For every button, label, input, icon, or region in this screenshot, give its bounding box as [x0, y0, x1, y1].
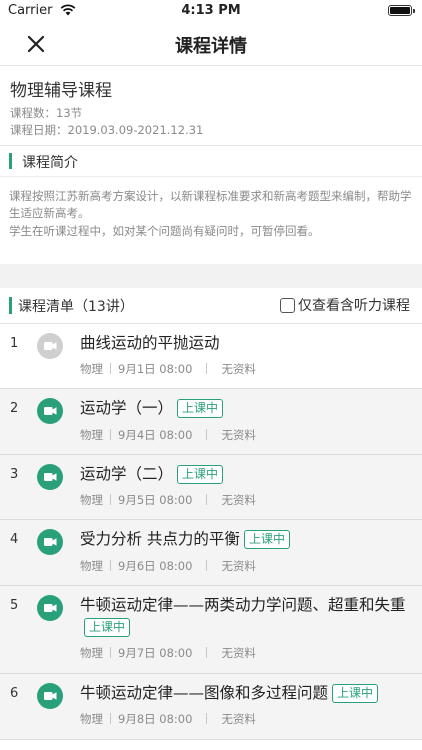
- lesson-list-header: 课程清单（13讲） 仅查看含听力课程: [0, 288, 422, 324]
- section-accent-bar: [9, 297, 12, 314]
- lesson-meta: 物理 9月8日 08:00 无资料: [80, 711, 256, 727]
- lesson-title-line: 牛顿运动定律——两类动力学问题、超重和失重上课中: [80, 594, 416, 638]
- video-camera-icon: [37, 464, 63, 490]
- lesson-index: 5: [10, 598, 19, 613]
- lesson-date: 9月4日 08:00: [118, 428, 193, 442]
- listening-filter-checkbox[interactable]: [280, 297, 295, 313]
- lesson-meta: 物理 9月4日 08:00 无资料: [80, 427, 256, 443]
- lesson-date: 9月1日 08:00: [118, 362, 193, 376]
- video-camera-icon: [37, 398, 63, 424]
- lesson-index: 3: [10, 467, 19, 482]
- lesson-title: 运动学（一）: [80, 399, 174, 417]
- course-count: 课程数：13节: [10, 106, 83, 120]
- lesson-row[interactable]: 3 运动学（二） 上课中 物理 9月5日 08:00 无资料: [0, 455, 422, 520]
- lesson-title: 牛顿运动定律——图像和多过程问题: [80, 684, 329, 702]
- lesson-material: 无资料: [221, 362, 256, 376]
- lesson-meta: 物理 9月6日 08:00 无资料: [80, 558, 256, 574]
- lesson-subject: 物理: [80, 362, 103, 376]
- lesson-list-heading: 课程清单（13讲）: [18, 299, 134, 315]
- intro-line-2: 学生在听课过程中，如对某个问题尚有疑问时，可暂停回看。: [9, 224, 320, 238]
- video-camera-icon: [37, 529, 63, 555]
- nav-bar: 课程详情: [0, 22, 422, 66]
- listening-filter-toggle[interactable]: 仅查看含听力课程: [280, 295, 410, 315]
- lesson-subject: 物理: [80, 559, 103, 573]
- intro-line-1: 课程按照江苏新高考方案设计，以新课程标准要求和新高考题型来编制，帮助学生适应新高…: [9, 189, 412, 220]
- lesson-date: 9月6日 08:00: [118, 559, 193, 573]
- lesson-material: 无资料: [221, 646, 256, 660]
- status-time: 4:13 PM: [181, 3, 241, 18]
- lesson-title-line: 曲线运动的平抛运动: [80, 332, 416, 354]
- status-bar: Carrier 4:13 PM: [0, 0, 422, 22]
- course-name: 物理辅导课程: [10, 81, 112, 101]
- lesson-title-line: 运动学（一） 上课中: [80, 397, 416, 419]
- listening-filter-label: 仅查看含听力课程: [298, 298, 410, 314]
- lesson-index: 2: [10, 401, 19, 416]
- lesson-title: 牛顿运动定律——两类动力学问题、超重和失重: [80, 596, 406, 614]
- lesson-title: 受力分析 共点力的平衡: [80, 530, 240, 548]
- lesson-title-line: 受力分析 共点力的平衡 上课中: [80, 528, 416, 550]
- lesson-date: 9月5日 08:00: [118, 493, 193, 507]
- lesson-meta: 物理 9月5日 08:00 无资料: [80, 492, 256, 508]
- battery-icon: [388, 5, 415, 16]
- live-status-badge: 上课中: [332, 684, 379, 703]
- lesson-material: 无资料: [221, 428, 256, 442]
- lesson-material: 无资料: [221, 559, 256, 573]
- intro-heading: 课程简介: [22, 155, 78, 171]
- lesson-title: 曲线运动的平抛运动: [80, 334, 220, 352]
- lesson-title: 运动学（二）: [80, 465, 174, 483]
- live-status-badge: 上课中: [243, 530, 290, 549]
- intro-section-header: 课程简介: [0, 146, 422, 176]
- lesson-row[interactable]: 5 牛顿运动定律——两类动力学问题、超重和失重上课中 物理 9月7日 08:00 无…: [0, 586, 422, 674]
- section-accent-bar: [9, 153, 12, 169]
- lesson-meta: 物理 9月1日 08:00 无资料: [80, 361, 256, 377]
- section-divider: [0, 264, 422, 288]
- lesson-date: 9月7日 08:00: [118, 646, 193, 660]
- lesson-row[interactable]: 6 牛顿运动定律——图像和多过程问题 上课中 物理 9月8日 08:00 无资料: [0, 674, 422, 740]
- live-status-badge: 上课中: [84, 618, 131, 637]
- lesson-subject: 物理: [80, 428, 103, 442]
- intro-body: 课程按照江苏新高考方案设计，以新课程标准要求和新高考题型来编制，帮助学生适应新高…: [0, 176, 422, 264]
- lesson-title-line: 牛顿运动定律——图像和多过程问题 上课中: [80, 682, 416, 704]
- lesson-material: 无资料: [221, 493, 256, 507]
- lesson-index: 1: [10, 336, 19, 351]
- lesson-subject: 物理: [80, 646, 103, 660]
- lesson-material: 无资料: [221, 712, 256, 726]
- lesson-date: 9月8日 08:00: [118, 712, 193, 726]
- lesson-title-line: 运动学（二） 上课中: [80, 463, 416, 485]
- video-camera-icon: [37, 595, 63, 621]
- lesson-row[interactable]: 1 曲线运动的平抛运动 物理 9月1日 08:00 无资料: [0, 324, 422, 389]
- live-status-badge: 上课中: [177, 465, 224, 484]
- lesson-index: 6: [10, 686, 19, 701]
- lesson-subject: 物理: [80, 493, 103, 507]
- video-camera-icon: [37, 683, 63, 709]
- page-title: 课程详情: [175, 36, 247, 57]
- live-status-badge: 上课中: [177, 399, 224, 418]
- lesson-row[interactable]: 2 运动学（一） 上课中 物理 9月4日 08:00 无资料: [0, 389, 422, 455]
- course-header: 物理辅导课程 课程数：13节 课程日期：2019.03.09-2021.12.3…: [0, 66, 422, 146]
- lesson-row[interactable]: 4 受力分析 共点力的平衡 上课中 物理 9月6日 08:00 无资料: [0, 520, 422, 586]
- lesson-subject: 物理: [80, 712, 103, 726]
- lesson-meta: 物理 9月7日 08:00 无资料: [80, 645, 256, 661]
- lesson-index: 4: [10, 532, 19, 547]
- video-camera-icon: [37, 333, 63, 359]
- course-date: 课程日期：2019.03.09-2021.12.31: [10, 123, 204, 137]
